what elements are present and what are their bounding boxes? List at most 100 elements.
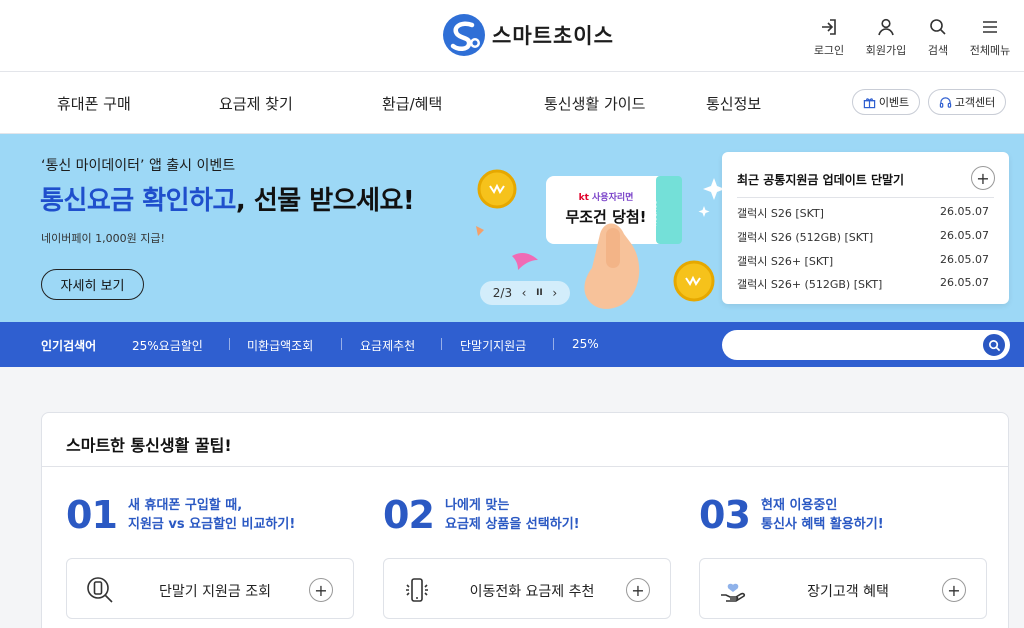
sparkle-icon	[703, 178, 722, 200]
service-label: 단말기 지원금 조회	[159, 584, 271, 600]
update-row-date: 26.05.07	[940, 276, 989, 289]
headset-icon	[939, 96, 951, 108]
coupon-side-text: COUPON	[650, 200, 657, 227]
tip-step-line: 요금제 상품을 선택하기!	[445, 517, 580, 532]
divider	[553, 338, 554, 350]
event-button[interactable]: 이벤트	[852, 89, 920, 115]
support-button[interactable]: 고객센터	[928, 89, 1006, 115]
update-row-name: 갤럭시 S26+ (512GB) [SKT]	[737, 278, 883, 291]
site-header: 스마트초이스 로그인 회원가입 검색 전체메뉴	[0, 0, 1024, 72]
nav-item-guide[interactable]: 통신생활 가이드	[544, 93, 645, 114]
popular-search-label: 인기검색어	[41, 339, 97, 353]
tips-card: 스마트한 통신생활 꿀팁! 01 새 휴대폰 구입할 때, 지원금 vs 요금할…	[41, 412, 1009, 628]
tip-step-line: 현재 이용중인	[761, 498, 838, 513]
ribbon-icon	[512, 253, 538, 270]
tip-step-number: 01	[66, 493, 118, 537]
main-nav: 휴대폰 구매 요금제 찾기 환급/혜택 통신생활 가이드 통신정보 이벤트 고객…	[0, 72, 1024, 134]
divider	[737, 197, 994, 198]
coupon-brand: kt	[578, 193, 589, 203]
update-card-more-button[interactable]: +	[971, 166, 995, 190]
event-label: 이벤트	[878, 96, 910, 109]
plus-icon: +	[626, 578, 650, 602]
service-subsidy-lookup[interactable]: 단말기 지원금 조회 +	[66, 558, 354, 619]
nav-item-refund-benefit[interactable]: 환급/혜택	[382, 93, 442, 114]
signup-link[interactable]: 회원가입	[859, 17, 913, 58]
divider	[441, 338, 442, 350]
promo-banner: ‘통신 마이데이터’ 앱 출시 이벤트 통신요금 확인하고, 선물 받으세요! …	[0, 134, 1024, 322]
signup-label: 회원가입	[865, 44, 907, 57]
banner-note: 네이버페이 1,000원 지급!	[41, 232, 165, 245]
tip-step: 02 나에게 맞는 요금제 상품을 선택하기!	[383, 493, 580, 537]
all-menu-button[interactable]: 전체메뉴	[963, 17, 1017, 58]
update-row-name: 갤럭시 S26 (512GB) [SKT]	[737, 231, 874, 244]
update-row[interactable]: 갤럭시 S26 [SKT] 26.05.07	[737, 205, 989, 221]
search-link[interactable]: 검색	[911, 17, 965, 58]
mobile-phone-icon	[406, 578, 428, 602]
logo-text: 스마트초이스	[492, 24, 614, 48]
banner-pager: 2/3 ‹ II ›	[480, 281, 570, 305]
popular-keyword[interactable]: 25%	[572, 337, 599, 351]
popular-keyword[interactable]: 요금제추천	[360, 337, 415, 354]
tip-step: 03 현재 이용중인 통신사 혜택 활용하기!	[699, 493, 884, 537]
tip-step-text: 새 휴대폰 구입할 때, 지원금 vs 요금할인 비교하기!	[128, 496, 295, 534]
update-row[interactable]: 갤럭시 S26+ (512GB) [SKT] 26.05.07	[737, 276, 989, 292]
pager-count: 2/3	[492, 286, 513, 300]
tip-step-number: 03	[699, 493, 751, 537]
tip-step-text: 현재 이용중인 통신사 혜택 활용하기!	[761, 496, 884, 534]
update-row[interactable]: 갤럭시 S26 (512GB) [SKT] 26.05.07	[737, 229, 989, 245]
popular-search-bar: 인기검색어 25%요금할인 미환급액조회 요금제추천 단말기지원금 25%	[0, 322, 1024, 367]
update-row-date: 26.05.07	[940, 229, 989, 242]
tip-step-number: 02	[383, 493, 435, 537]
coupon-text-block: kt 사용자리면 무조건 당첨!	[556, 190, 656, 227]
service-label: 이동전화 요금제 추천	[469, 584, 595, 600]
banner-title-highlight: 통신요금 확인하고	[40, 186, 236, 216]
banner-title-rest: , 선물 받으세요!	[235, 186, 415, 216]
update-row-date: 26.05.07	[940, 205, 989, 218]
menu-icon	[983, 21, 997, 33]
banner-detail-button[interactable]: 자세히 보기	[41, 269, 144, 300]
divider	[42, 466, 1008, 467]
search-submit-button[interactable]	[981, 332, 1007, 358]
logo-mark-icon	[443, 14, 485, 56]
search-icon	[930, 19, 946, 35]
login-label: 로그인	[813, 44, 845, 57]
search-icon	[988, 339, 1000, 351]
coin-icon	[477, 169, 517, 209]
phone-search-icon	[87, 577, 113, 603]
gift-icon	[863, 97, 876, 108]
banner-title: 통신요금 확인하고, 선물 받으세요!	[40, 180, 415, 217]
service-loyal-customer[interactable]: 장기고객 혜택 +	[699, 558, 987, 619]
nav-item-plan-finder[interactable]: 요금제 찾기	[219, 93, 293, 114]
pager-next-icon[interactable]: ›	[552, 286, 557, 300]
tips-title: 스마트한 통신생활 꿀팁!	[66, 436, 232, 455]
coupon-main-text: 무조건 당첨!	[565, 208, 647, 226]
update-row-name: 갤럭시 S26 [SKT]	[737, 207, 824, 220]
all-menu-label: 전체메뉴	[969, 44, 1011, 57]
tip-step-line: 지원금 vs 요금할인 비교하기!	[128, 517, 296, 532]
update-card: 최근 공통지원금 업데이트 단말기 + 갤럭시 S26 [SKT] 26.05.…	[722, 152, 1009, 304]
tip-step: 01 새 휴대폰 구입할 때, 지원금 vs 요금할인 비교하기!	[66, 493, 295, 537]
tip-step-line: 통신사 혜택 활용하기!	[761, 517, 884, 532]
nav-item-telecom-info[interactable]: 통신정보	[706, 93, 761, 114]
search-input[interactable]	[722, 330, 1010, 360]
login-link[interactable]: 로그인	[802, 17, 856, 58]
tip-step-text: 나에게 맞는 요금제 상품을 선택하기!	[445, 496, 580, 534]
pager-pause-icon[interactable]: II	[536, 288, 543, 298]
search-label: 검색	[927, 44, 949, 57]
sparkle-icon	[698, 206, 710, 217]
pager-prev-icon[interactable]: ‹	[522, 286, 527, 300]
popular-keyword[interactable]: 미환급액조회	[247, 337, 313, 354]
popular-keyword[interactable]: 25%요금할인	[132, 337, 203, 354]
support-label: 고객센터	[954, 96, 996, 109]
nav-item-phone-purchase[interactable]: 휴대폰 구매	[57, 93, 131, 114]
site-logo[interactable]: 스마트초이스	[442, 13, 614, 57]
update-card-title: 최근 공통지원금 업데이트 단말기	[737, 173, 905, 187]
hand-heart-icon	[721, 583, 746, 602]
update-row[interactable]: 갤럭시 S26+ [SKT] 26.05.07	[737, 253, 989, 269]
coupon-small-text: 사용자리면	[592, 193, 634, 203]
divider	[341, 338, 342, 350]
service-plan-recommend[interactable]: 이동전화 요금제 추천 +	[383, 558, 671, 619]
update-row-name: 갤럭시 S26+ [SKT]	[737, 255, 834, 268]
update-row-date: 26.05.07	[940, 253, 989, 266]
popular-keyword[interactable]: 단말기지원금	[460, 337, 526, 354]
